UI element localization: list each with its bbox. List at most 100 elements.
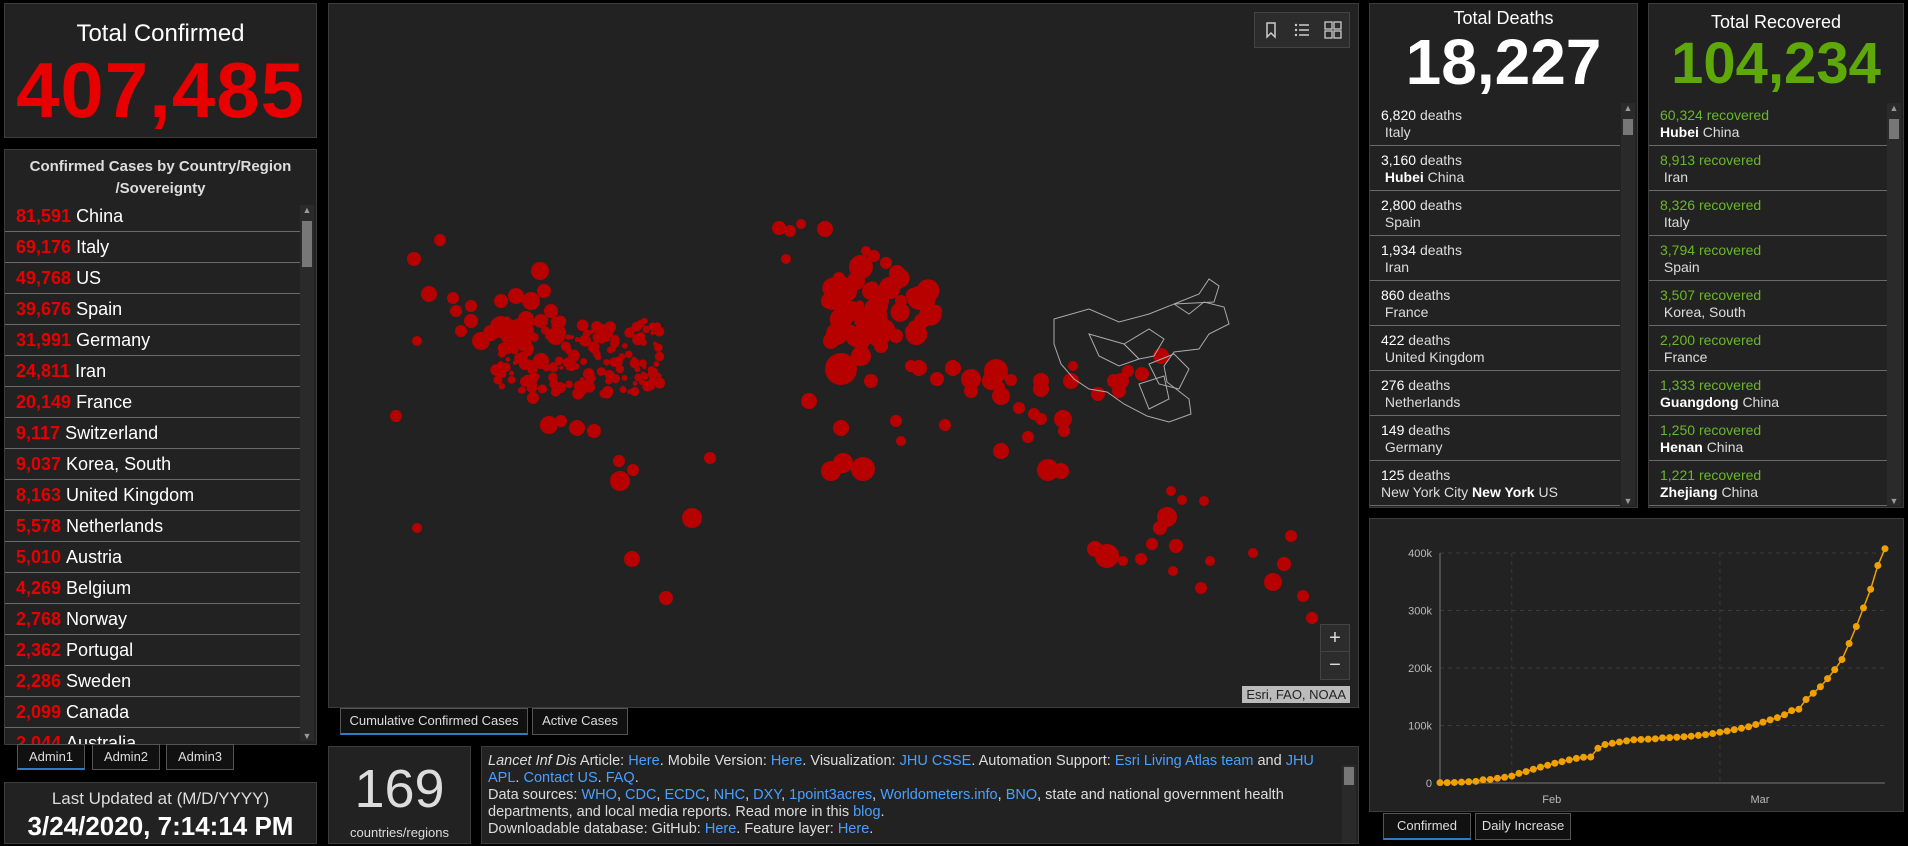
case-bubble[interactable] (939, 419, 951, 431)
recovered-row[interactable]: 1,221 recovered Zhejiang China (1649, 461, 1887, 506)
case-bubble[interactable] (521, 338, 531, 348)
case-bubble[interactable] (509, 371, 514, 376)
case-bubble[interactable] (504, 319, 514, 329)
country-row[interactable]: 9,117 Switzerland (5, 418, 300, 449)
case-bubble[interactable] (627, 464, 639, 476)
scroll-down-icon[interactable]: ▼ (1621, 496, 1635, 506)
mobile-version-link[interactable]: Here (771, 753, 802, 769)
recovered-row[interactable]: 8,326 recovered Italy (1649, 191, 1887, 236)
case-bubble[interactable] (784, 225, 796, 237)
case-bubble[interactable] (498, 350, 506, 358)
recovered-row[interactable]: 3,507 recovered Korea, South (1649, 281, 1887, 326)
case-bubble[interactable] (1169, 539, 1183, 553)
case-bubble[interactable] (513, 330, 521, 338)
case-bubble[interactable] (843, 285, 853, 295)
case-bubble[interactable] (1248, 548, 1258, 558)
country-row[interactable]: 31,991 Germany (5, 325, 300, 356)
case-bubble[interactable] (520, 377, 530, 387)
case-bubble[interactable] (565, 380, 573, 388)
case-bubble[interactable] (890, 415, 902, 427)
case-bubble[interactable] (633, 381, 638, 386)
case-bubble[interactable] (1166, 486, 1176, 496)
case-bubble[interactable] (561, 341, 571, 351)
world-map[interactable]: + − Esri, FAO, NOAA (328, 3, 1359, 708)
worldometers-link[interactable]: Worldometers.info (880, 787, 997, 803)
scroll-down-icon[interactable]: ▼ (1887, 496, 1901, 506)
case-bubble[interactable] (630, 387, 639, 396)
case-bubble[interactable] (620, 386, 627, 393)
case-bubble[interactable] (984, 359, 1008, 383)
tab-admin2[interactable]: Admin2 (92, 744, 160, 770)
case-bubble[interactable] (610, 471, 630, 491)
deaths-row[interactable]: 1,934 deaths Iran (1370, 236, 1620, 281)
info-scrollbar[interactable] (1342, 765, 1356, 843)
case-bubble[interactable] (930, 372, 944, 386)
country-row[interactable]: 49,768 US (5, 263, 300, 294)
case-bubble[interactable] (527, 392, 539, 404)
case-bubble[interactable] (607, 347, 614, 354)
recovered-row[interactable]: 2,200 recovered France (1649, 326, 1887, 371)
case-bubble[interactable] (1168, 566, 1178, 576)
case-bubble[interactable] (548, 373, 558, 383)
case-bubble[interactable] (992, 387, 1010, 405)
case-bubble[interactable] (625, 351, 633, 359)
case-bubble[interactable] (551, 317, 560, 326)
case-bubble[interactable] (801, 393, 817, 409)
case-bubble[interactable] (551, 387, 560, 396)
case-bubble[interactable] (455, 325, 467, 337)
deaths-row[interactable]: 125 deaths New York City New York US (1370, 461, 1620, 506)
case-bubble[interactable] (603, 359, 609, 365)
case-bubble[interactable] (511, 348, 517, 354)
country-row[interactable]: 4,269 Belgium (5, 573, 300, 604)
case-bubble[interactable] (877, 310, 887, 320)
1point3acres-link[interactable]: 1point3acres (789, 787, 872, 803)
deaths-row[interactable]: 3,160 deaths Hubei China (1370, 146, 1620, 191)
case-bubble[interactable] (1087, 541, 1103, 557)
case-bubble[interactable] (464, 314, 478, 328)
case-bubble[interactable] (624, 328, 634, 338)
country-row[interactable]: 2,362 Portugal (5, 635, 300, 666)
case-bubble[interactable] (518, 387, 525, 394)
tab-daily-increase[interactable]: Daily Increase (1475, 813, 1571, 840)
case-bubble[interactable] (648, 377, 657, 386)
case-bubble[interactable] (649, 322, 658, 331)
case-bubble[interactable] (634, 366, 640, 372)
case-bubble[interactable] (1118, 556, 1128, 566)
case-bubble[interactable] (830, 308, 852, 330)
case-bubble[interactable] (861, 246, 871, 256)
case-bubble[interactable] (613, 455, 625, 467)
case-bubble[interactable] (1022, 431, 1034, 443)
case-bubble[interactable] (781, 254, 791, 264)
deaths-row[interactable]: 860 deaths France (1370, 281, 1620, 326)
case-bubble[interactable] (579, 335, 591, 347)
case-bubble[interactable] (636, 332, 645, 341)
country-list-scrollbar[interactable]: ▲ ▼ (300, 205, 314, 741)
tab-admin1[interactable]: Admin1 (17, 744, 85, 770)
case-bubble[interactable] (587, 424, 601, 438)
case-bubble[interactable] (641, 318, 647, 324)
faq-link[interactable]: FAQ (606, 770, 635, 786)
country-row[interactable]: 8,163 United Kingdom (5, 480, 300, 511)
case-bubble[interactable] (867, 323, 891, 347)
case-bubble[interactable] (648, 366, 655, 373)
case-bubble[interactable] (450, 305, 462, 317)
case-bubble[interactable] (642, 365, 646, 369)
country-list-scroll-thumb[interactable] (302, 221, 312, 267)
case-bubble[interactable] (607, 371, 615, 379)
case-bubble[interactable] (1277, 557, 1291, 571)
deaths-row[interactable]: 422 deaths United Kingdom (1370, 326, 1620, 371)
case-bubble[interactable] (911, 360, 927, 376)
case-bubble[interactable] (1306, 612, 1318, 624)
case-bubble[interactable] (497, 372, 501, 376)
deaths-row[interactable]: 276 deaths Netherlands (1370, 371, 1620, 416)
esri-living-atlas-link[interactable]: Esri Living Atlas team (1115, 753, 1254, 769)
case-bubble[interactable] (544, 304, 558, 318)
country-row[interactable]: 5,010 Austria (5, 542, 300, 573)
scroll-up-icon[interactable]: ▲ (300, 205, 314, 215)
case-bubble[interactable] (1035, 413, 1047, 425)
case-bubble[interactable] (622, 343, 628, 349)
case-bubble[interactable] (1005, 374, 1017, 386)
recovered-row[interactable]: 1,333 recovered Guangdong China (1649, 371, 1887, 416)
case-bubble[interactable] (553, 367, 557, 371)
case-bubble[interactable] (589, 375, 596, 382)
